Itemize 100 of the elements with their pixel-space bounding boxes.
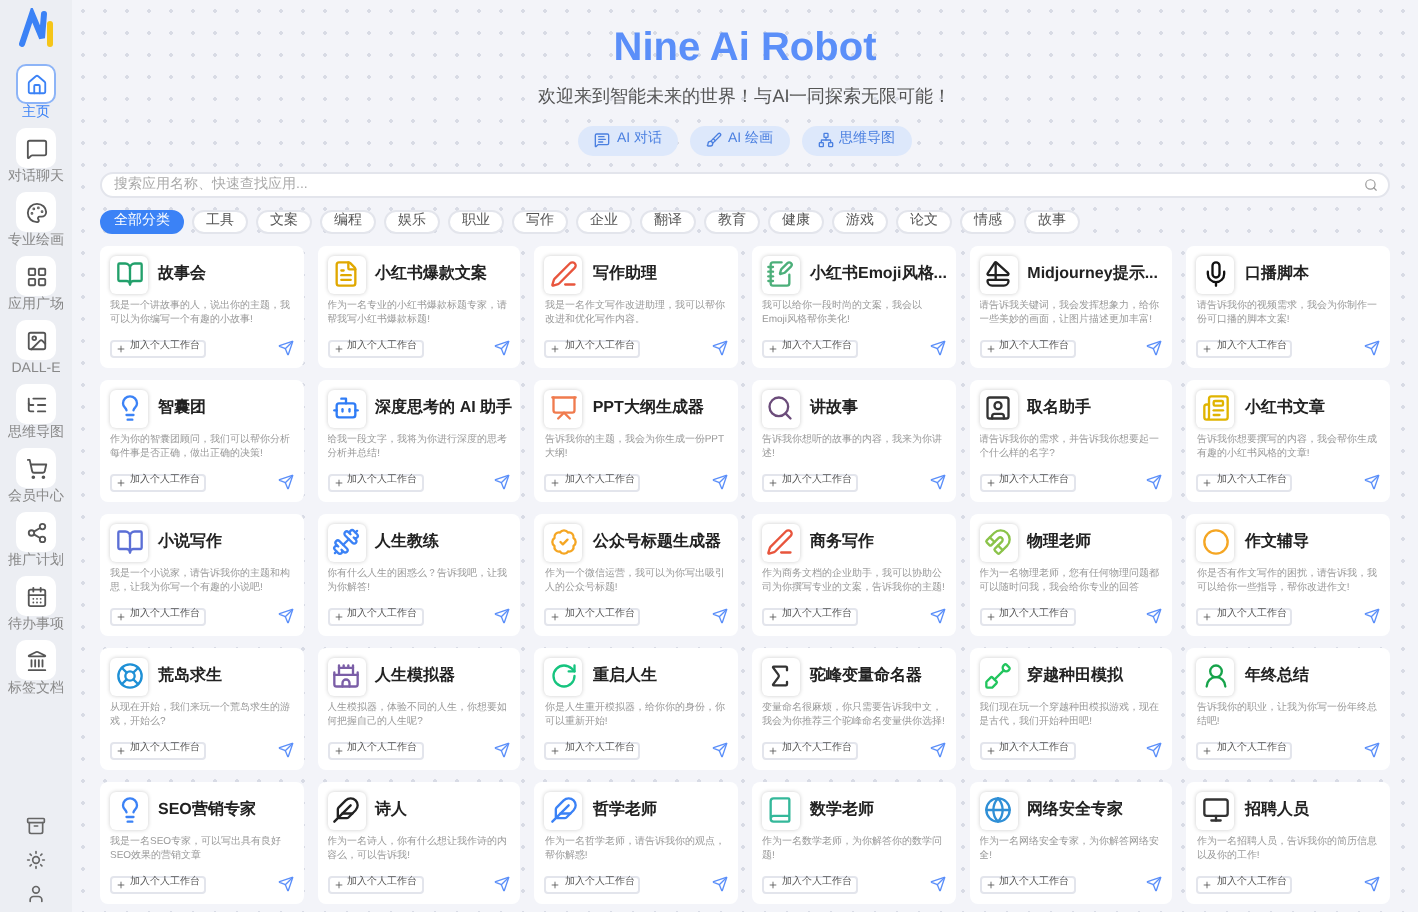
send-icon[interactable] [1363,742,1380,758]
magnifier-icon [766,394,795,422]
app-title: 穿越种田模拟 [1027,664,1124,688]
send-icon[interactable] [1146,474,1163,490]
cart-icon [25,457,47,479]
chat-icon [25,137,47,159]
newspaper-icon [1201,394,1230,422]
app-title: 重启人生 [592,664,657,688]
send-icon[interactable] [494,742,511,758]
id-card-icon [984,394,1013,422]
plus-icon [333,343,344,353]
plus-icon [985,745,996,755]
plus-icon [116,343,126,353]
user-icon[interactable] [26,884,46,904]
circle-icon [1201,528,1230,556]
page-title: Nine Ai Robot [613,24,877,72]
book-icon [115,528,143,556]
app-title: 作文辅导 [1244,530,1309,554]
app-title: 写作助理 [592,262,657,286]
send-icon[interactable] [1363,608,1380,624]
shovel-icon [984,662,1013,690]
send-icon[interactable] [929,742,946,758]
sailboat-icon [984,260,1013,288]
send-icon[interactable] [711,340,728,356]
send-icon[interactable] [1146,742,1163,758]
app-title: 小说写作 [158,530,222,554]
send-icon[interactable] [929,340,946,356]
archive-icon[interactable] [26,816,46,836]
plus-icon [550,611,561,621]
search-icon [1364,177,1378,191]
send-icon[interactable] [277,474,294,490]
plus-icon [116,879,126,889]
book-icon [115,260,143,288]
send-icon[interactable] [1146,876,1163,892]
feather-icon [332,796,361,824]
dumbbell-icon [332,528,361,556]
app-title: 人生模拟器 [375,664,456,688]
plus-icon [333,879,344,889]
robot-icon [332,394,361,422]
send-icon[interactable] [929,474,946,490]
send-icon[interactable] [711,876,728,892]
pen-icon [766,528,795,556]
send-icon[interactable] [494,474,511,490]
app-title: 深度思考的 AI 助手 [375,396,513,420]
send-icon[interactable] [494,340,511,356]
app-title: 数学老师 [809,798,874,822]
send-icon[interactable] [711,742,728,758]
plus-icon [116,477,126,487]
plus-icon [767,343,778,353]
app-title: 驼峰变量命名器 [809,664,922,688]
calendar-icon [25,585,47,607]
app-title: 口播脚本 [1244,262,1309,286]
image-icon [25,329,47,351]
app-title: PPT大纲生成器 [592,396,704,420]
send-icon[interactable] [1363,474,1380,490]
send-icon[interactable] [277,340,294,356]
slides-icon [549,394,578,422]
lifebuoy-icon [115,662,143,690]
plus-icon [1202,745,1213,755]
app-title: 智囊团 [158,396,206,420]
tower-icon [332,662,361,690]
send-icon[interactable] [1363,876,1380,892]
app-title: 诗人 [375,798,408,822]
network-icon [817,132,834,148]
plus-icon [550,477,561,487]
plus-icon [767,745,778,755]
rotate-icon [549,662,578,690]
send-icon[interactable] [277,608,294,624]
feather-icon [549,796,578,824]
plus-icon [333,477,344,487]
send-icon[interactable] [1146,340,1163,356]
app-title: 网络安全专家 [1027,798,1124,822]
plus-icon [550,343,561,353]
sun-icon[interactable] [26,850,46,870]
send-icon[interactable] [494,608,511,624]
send-icon[interactable] [1363,340,1380,356]
app-title: 哲学老师 [592,798,657,822]
plus-icon [550,745,561,755]
send-icon[interactable] [711,474,728,490]
app-title: 人生教练 [375,530,440,554]
plus-icon [116,745,126,755]
send-icon[interactable] [277,742,294,758]
plus-icon [767,879,778,889]
app-title: 小红书爆款文案 [375,262,488,286]
plus-icon [985,477,996,487]
palette-icon [25,201,47,223]
notebook-icon [766,260,795,288]
plus-icon [1202,477,1213,487]
plus-icon [1202,343,1213,353]
send-icon[interactable] [711,608,728,624]
plus-icon [767,611,778,621]
send-icon[interactable] [494,876,511,892]
plus-icon [333,745,344,755]
send-icon[interactable] [929,608,946,624]
send-icon[interactable] [277,876,294,892]
plus-icon [767,477,778,487]
send-icon[interactable] [1146,608,1163,624]
app-title: 荒岛求生 [158,664,222,688]
send-icon[interactable] [929,876,946,892]
app-title: 商务写作 [809,530,874,554]
